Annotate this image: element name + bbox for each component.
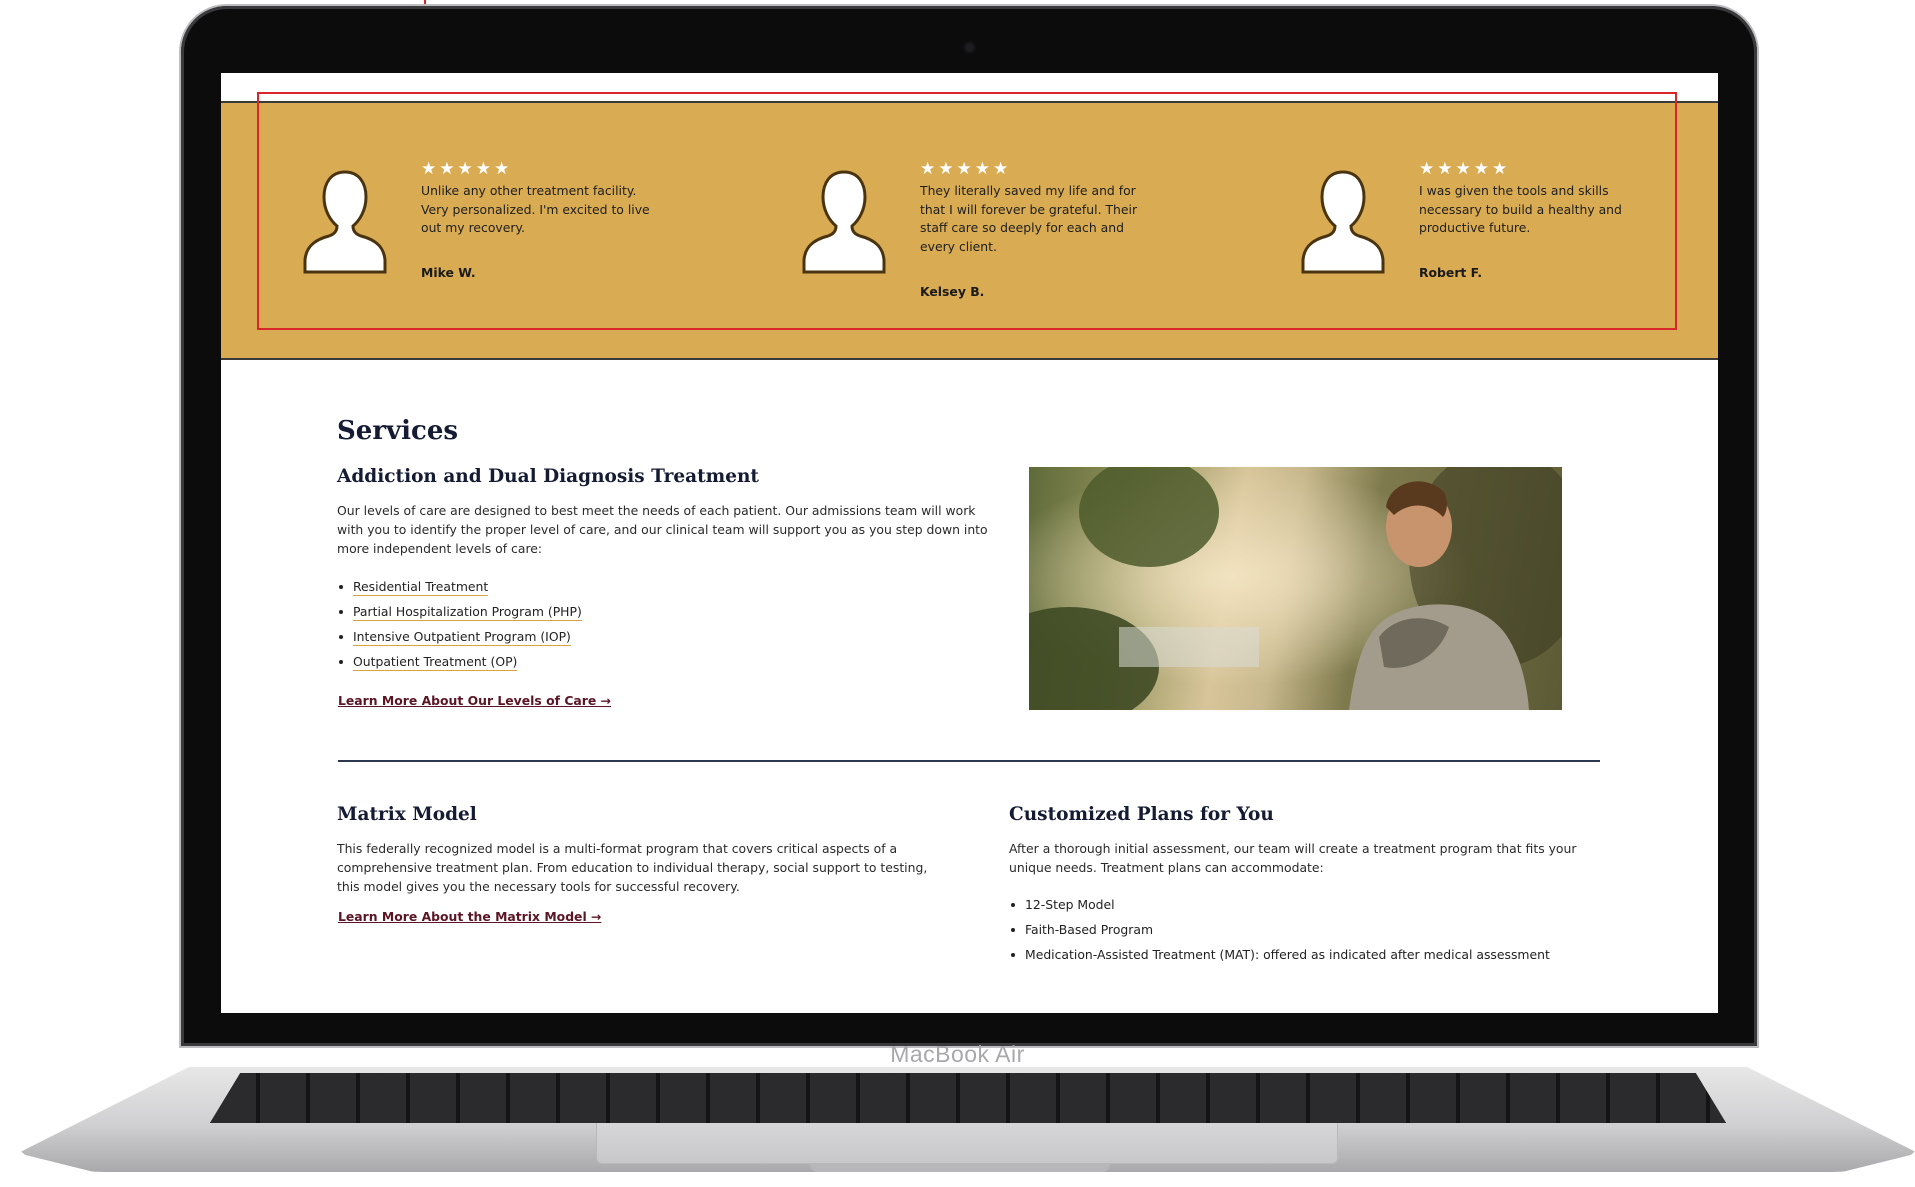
list-item[interactable]: Partial Hospitalization Program (PHP) bbox=[337, 602, 582, 627]
rating-stars: ★★★★★ bbox=[1419, 159, 1511, 179]
testimonial-quote: Unlike any other treatment facility. Ver… bbox=[421, 183, 650, 235]
testimonial-author: Robert F. bbox=[1419, 265, 1483, 280]
matrix-model-heading: Matrix Model bbox=[337, 804, 477, 825]
list-item: Faith-Based Program bbox=[1009, 920, 1550, 945]
addiction-body: Our levels of care are designed to best … bbox=[337, 503, 988, 556]
testimonial-author: Kelsey B. bbox=[920, 284, 985, 299]
rating-stars: ★★★★★ bbox=[920, 159, 1012, 179]
section-divider bbox=[338, 760, 1600, 762]
services-title: Services bbox=[337, 416, 459, 446]
website-screen: ★★★★★ Unlike any other treatment facilit… bbox=[221, 73, 1718, 1013]
list-item[interactable]: Residential Treatment bbox=[337, 577, 582, 602]
testimonial-author: Mike W. bbox=[421, 265, 476, 280]
trackpad bbox=[596, 1123, 1338, 1164]
device-label: MacBook Air bbox=[890, 1041, 1025, 1067]
testimonial-card: ★★★★★ They literally saved my life and f… bbox=[800, 103, 1220, 358]
photo-illustration bbox=[1029, 467, 1562, 710]
link-iop[interactable]: Intensive Outpatient Program (IOP) bbox=[353, 629, 571, 646]
levels-of-care-cta-link[interactable]: Learn More About Our Levels of Care → bbox=[338, 693, 611, 708]
link-php[interactable]: Partial Hospitalization Program (PHP) bbox=[353, 604, 582, 621]
list-item: 12-Step Model bbox=[1009, 895, 1550, 920]
user-silhouette-icon bbox=[303, 170, 387, 274]
rating-stars: ★★★★★ bbox=[421, 159, 513, 179]
matrix-model-body: This federally recognized model is a mul… bbox=[337, 841, 928, 894]
plan-accommodations-list: 12-Step Model Faith-Based Program Medica… bbox=[1009, 895, 1550, 970]
laptop-notch bbox=[810, 1163, 1110, 1172]
levels-of-care-list: Residential Treatment Partial Hospitaliz… bbox=[337, 577, 582, 677]
user-silhouette-icon bbox=[1301, 170, 1385, 274]
link-op[interactable]: Outpatient Treatment (OP) bbox=[353, 654, 518, 671]
list-item[interactable]: Intensive Outpatient Program (IOP) bbox=[337, 627, 582, 652]
testimonial-card: ★★★★★ I was given the tools and skills n… bbox=[1299, 103, 1718, 358]
addiction-heading: Addiction and Dual Diagnosis Treatment bbox=[337, 466, 759, 487]
user-silhouette-icon bbox=[802, 170, 886, 274]
link-residential-treatment[interactable]: Residential Treatment bbox=[353, 579, 489, 596]
matrix-model-cta-link[interactable]: Learn More About the Matrix Model → bbox=[338, 909, 601, 924]
testimonial-quote: They literally saved my life and for tha… bbox=[920, 183, 1138, 254]
list-item[interactable]: Outpatient Treatment (OP) bbox=[337, 652, 582, 677]
testimonials-section: ★★★★★ Unlike any other treatment facilit… bbox=[221, 101, 1718, 360]
keyboard bbox=[210, 1073, 1726, 1123]
man-outdoors-photo bbox=[1029, 467, 1562, 710]
camera-icon bbox=[965, 43, 974, 52]
testimonial-card: ★★★★★ Unlike any other treatment facilit… bbox=[301, 103, 721, 358]
customized-plans-heading: Customized Plans for You bbox=[1009, 804, 1274, 825]
testimonial-quote: I was given the tools and skills necessa… bbox=[1419, 183, 1622, 235]
customized-plans-body: After a thorough initial assessment, our… bbox=[1009, 841, 1577, 875]
list-item: Medication-Assisted Treatment (MAT): off… bbox=[1009, 945, 1550, 970]
